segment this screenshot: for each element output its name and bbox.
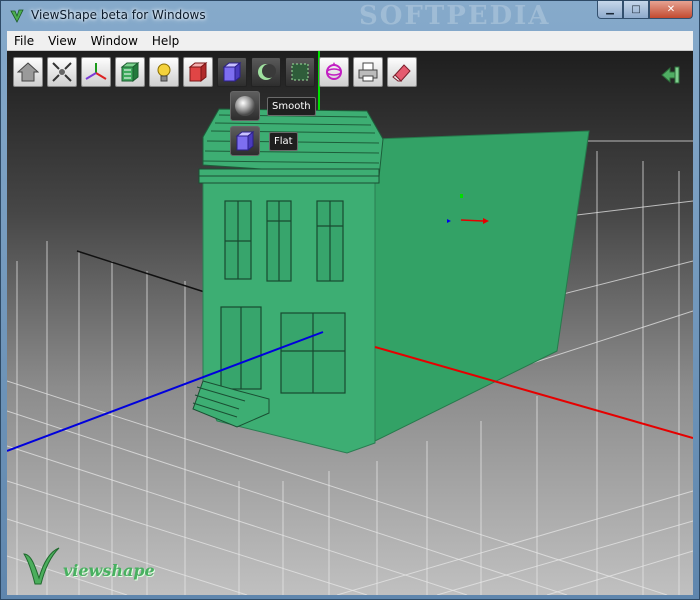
toolbar <box>13 57 421 87</box>
ground-floor-openings <box>220 306 346 394</box>
axes-icon <box>85 63 107 80</box>
building-side-wall <box>374 130 590 442</box>
texture-cube-icon <box>120 61 140 83</box>
axes-button[interactable] <box>81 57 111 87</box>
menu-view[interactable]: View <box>41 34 83 48</box>
printer-icon <box>358 62 378 82</box>
print-button[interactable] <box>353 57 383 87</box>
shading-cube-icon <box>222 61 242 83</box>
maximize-button[interactable]: □ <box>623 1 649 19</box>
menu-help[interactable]: Help <box>145 34 186 48</box>
menu-window[interactable]: Window <box>84 34 145 48</box>
back-arrow-icon[interactable] <box>661 65 683 85</box>
texture-button[interactable] <box>115 57 145 87</box>
home-icon <box>17 62 39 82</box>
shading-smooth-label[interactable]: Smooth <box>267 97 316 116</box>
shading-flat-button[interactable] <box>230 126 260 156</box>
solid-mode-button[interactable] <box>183 57 213 87</box>
logo-text: viewshape <box>63 561 155 580</box>
menu-bar: File View Window Help <box>7 31 693 51</box>
viewshape-logo-icon <box>23 547 60 585</box>
moon-icon <box>258 64 276 80</box>
rotate-gizmo-icon <box>326 62 342 80</box>
3d-viewport[interactable]: Smooth Flat viewshape <box>7 51 693 595</box>
eraser-icon <box>392 64 411 82</box>
light-bulb-icon <box>157 63 171 82</box>
app-icon <box>10 9 24 23</box>
menu-file[interactable]: File <box>7 34 41 48</box>
selection-button[interactable] <box>285 57 315 87</box>
light-button[interactable] <box>149 57 179 87</box>
solid-cube-icon <box>188 61 208 83</box>
shading-mode-button[interactable] <box>217 57 247 87</box>
close-button[interactable]: ✕ <box>649 1 693 19</box>
fit-view-icon <box>52 62 72 82</box>
minimize-button[interactable]: ▁ <box>597 1 623 19</box>
viewshape-logo: viewshape <box>21 546 161 586</box>
rotate-button[interactable] <box>319 57 349 87</box>
scene-canvas[interactable] <box>7 51 693 595</box>
clear-button[interactable] <box>387 57 417 87</box>
window-title: ViewShape beta for Windows <box>31 8 206 22</box>
sphere-icon <box>235 96 255 116</box>
flat-cube-icon <box>235 130 255 152</box>
upper-windows <box>224 200 344 282</box>
title-bar[interactable]: ViewShape beta for Windows SOFTPEDIA ▁ □… <box>1 1 699 31</box>
shading-flat-label[interactable]: Flat <box>269 132 298 151</box>
watermark: SOFTPEDIA <box>359 1 551 31</box>
shading-smooth-button[interactable] <box>230 91 260 121</box>
night-mode-button[interactable] <box>251 57 281 87</box>
home-button[interactable] <box>13 57 43 87</box>
app-window: ViewShape beta for Windows SOFTPEDIA ▁ □… <box>0 0 700 600</box>
fit-view-button[interactable] <box>47 57 77 87</box>
selection-icon <box>291 63 309 81</box>
